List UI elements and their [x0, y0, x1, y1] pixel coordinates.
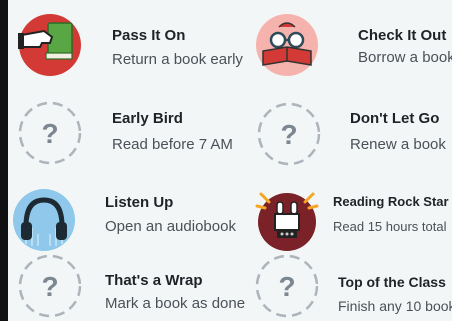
badge-title: Top of the Class: [338, 274, 446, 290]
badge-description: Finish any 10 books: [338, 298, 452, 314]
badge-early-bird[interactable]: ? Early Bird Read before 7 AM: [8, 96, 233, 176]
badge-pass-it-on[interactable]: Pass It On Return a book early: [8, 5, 243, 85]
headphones-icon: [12, 188, 76, 252]
reader-glasses-icon: [255, 13, 319, 77]
locked-symbol: ?: [41, 271, 58, 302]
book-hand-icon: [18, 13, 82, 77]
badge-title: That's a Wrap: [105, 272, 203, 289]
badge-title: Check It Out: [358, 27, 447, 44]
question-mark-icon: ?: [257, 102, 321, 166]
question-mark-icon: ?: [255, 254, 319, 318]
badge-listen-up[interactable]: Listen Up Open an audiobook: [8, 182, 236, 262]
badge-title: Listen Up: [105, 194, 174, 211]
badge-title: Pass It On: [112, 27, 186, 44]
badge-description: Borrow a book: [358, 49, 452, 66]
badge-description: Read before 7 AM: [112, 136, 233, 153]
question-mark-icon: ?: [18, 101, 82, 165]
badge-title: Early Bird: [112, 110, 183, 127]
locked-symbol: ?: [41, 118, 58, 149]
badge-description: Read 15 hours total: [333, 219, 447, 234]
badge-dont-let-go[interactable]: ? Don't Let Go Renew a book: [251, 96, 452, 176]
question-mark-icon: ?: [18, 254, 82, 318]
locked-symbol: ?: [278, 271, 295, 302]
badge-description: Renew a book: [350, 136, 446, 153]
badge-top-of-the-class[interactable]: ? Top of the Class Finish any 10 books: [251, 252, 452, 321]
badge-thats-a-wrap[interactable]: ? That's a Wrap Mark a book as done: [8, 252, 245, 321]
badges-panel: Pass It On Return a book early Check It …: [8, 0, 452, 321]
badge-description: Return a book early: [112, 51, 243, 68]
badge-title: Reading Rock Star: [333, 194, 449, 209]
badge-title: Don't Let Go: [350, 110, 440, 127]
badge-reading-rock-star[interactable]: Reading Rock Star Read 15 hours total: [251, 182, 452, 262]
badge-description: Open an audiobook: [105, 218, 236, 235]
locked-symbol: ?: [280, 119, 297, 150]
badge-check-it-out[interactable]: Check It Out Borrow a book: [251, 5, 452, 85]
rock-fist-icon: [255, 188, 319, 252]
badge-description: Mark a book as done: [105, 295, 246, 312]
